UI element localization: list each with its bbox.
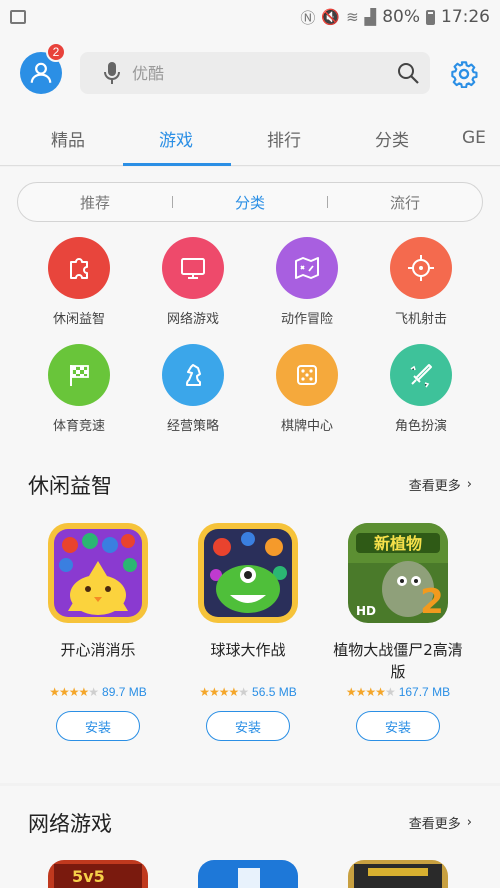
search-input[interactable]: [132, 53, 386, 93]
wifi-icon: ≋: [346, 8, 359, 26]
crosshair-icon: [390, 237, 452, 299]
category-sports-racing[interactable]: 体育竞速: [34, 344, 124, 434]
rating-stars: ★★★★★: [345, 685, 396, 699]
category-label: 飞机射击: [394, 312, 447, 327]
battery-icon: [426, 9, 435, 25]
app-name: 植物大战僵尸2高清版: [333, 641, 463, 681]
category-board-card[interactable]: 棋牌中心: [262, 344, 352, 434]
category-label: 休闲益智: [52, 312, 105, 327]
category-label: 角色扮演: [394, 419, 447, 434]
category-casual-puzzle[interactable]: 休闲益智: [34, 237, 124, 327]
tab-games[interactable]: 游戏: [126, 110, 226, 166]
app-icon-plants-vs-zombies: 新植物 2 HD: [348, 523, 448, 623]
rating-stars: ★★★★★: [199, 685, 249, 699]
category-label: 棋牌中心: [280, 419, 333, 434]
chess-knight-icon: [162, 344, 224, 406]
app-card[interactable]: 球球大作战 ★★★★★ 56.5 MB 安装: [178, 523, 318, 741]
mute-icon: 🔇: [321, 8, 341, 26]
map-icon: [276, 237, 338, 299]
monitor-icon: [162, 237, 224, 299]
segmented-control: 推荐 分类 流行: [17, 182, 483, 222]
puzzle-icon: [48, 237, 110, 299]
chevron-right-icon: ›: [466, 815, 472, 830]
app-section-online: 网络游戏 查看更多 › 5v5: [0, 786, 500, 888]
search-icon[interactable]: [386, 52, 430, 94]
category-rpg[interactable]: 角色扮演: [376, 344, 466, 434]
active-tab-indicator: [123, 163, 231, 166]
tab-category[interactable]: 分类: [342, 110, 442, 166]
app-size: 89.7 MB: [102, 685, 147, 699]
app-card[interactable]: 开心消消乐 ★★★★★ 89.7 MB 安装: [28, 523, 168, 741]
user-icon: [30, 62, 52, 83]
app-icon-city-racing: [348, 860, 448, 888]
segment-category[interactable]: 分类: [173, 192, 327, 213]
tab-ge[interactable]: GE: [462, 110, 500, 166]
install-button[interactable]: 安装: [356, 711, 440, 741]
app-meta: ★★★★★ 167.7 MB: [328, 685, 468, 699]
see-more-label: 查看更多: [408, 479, 461, 494]
app-icon-online-game-2: [198, 860, 298, 888]
svg-text:新植物: 新植物: [374, 534, 422, 553]
section-title: 休闲益智: [28, 474, 112, 498]
header: 2: [0, 34, 500, 110]
category-panel: 推荐 分类 流行 休闲益智 网络游戏 动作冒险 飞机射击 体育竞速 经营策略 棋…: [0, 167, 500, 447]
signal-icon: ▟: [364, 8, 377, 26]
section-title: 网络游戏: [28, 812, 112, 836]
category-label: 体育竞速: [52, 419, 105, 434]
segment-popular[interactable]: 流行: [328, 192, 482, 213]
microphone-icon[interactable]: [92, 52, 132, 94]
sword-icon: [390, 344, 452, 406]
install-button[interactable]: 安装: [206, 711, 290, 741]
app-icon-happy-match: [48, 523, 148, 623]
notification-badge: 2: [46, 42, 66, 62]
see-more-link[interactable]: 查看更多 ›: [409, 475, 472, 494]
svg-text:2: 2: [420, 582, 444, 622]
svg-text:HD: HD: [356, 604, 376, 618]
rating-stars: ★★★★★: [49, 685, 99, 699]
see-more-label: 查看更多: [408, 817, 461, 832]
top-tabs: 精品 游戏 排行 分类 GE: [0, 110, 500, 166]
svg-text:5v5: 5v5: [72, 867, 105, 886]
install-button[interactable]: 安装: [56, 711, 140, 741]
see-more-link[interactable]: 查看更多 ›: [409, 813, 472, 832]
category-label: 经营策略: [166, 419, 219, 434]
category-label: 动作冒险: [280, 312, 333, 327]
category-strategy[interactable]: 经营策略: [148, 344, 238, 434]
category-label: 网络游戏: [166, 312, 219, 327]
chevron-right-icon: ›: [466, 477, 472, 492]
tab-featured[interactable]: 精品: [18, 110, 118, 166]
app-meta: ★★★★★ 56.5 MB: [178, 685, 318, 699]
category-action-adventure[interactable]: 动作冒险: [262, 237, 352, 327]
segment-recommended[interactable]: 推荐: [18, 192, 172, 213]
category-online-games[interactable]: 网络游戏: [148, 237, 238, 327]
app-name: 球球大作战: [210, 641, 286, 659]
battery-percent: 80%: [382, 7, 420, 27]
dice-icon: [276, 344, 338, 406]
status-bar: Ⓝ 🔇 ≋ ▟ 80% 17:26: [0, 0, 500, 34]
app-name: 开心消消乐: [60, 641, 136, 659]
gear-icon[interactable]: [448, 58, 480, 90]
search-bar[interactable]: [80, 52, 430, 94]
app-card[interactable]: 新植物 2 HD 植物大战僵尸2高清版 ★★★★★ 167.7 MB 安装: [328, 523, 468, 741]
app-icon-ball-battle: [198, 523, 298, 623]
image-notification-icon: [10, 10, 26, 24]
app-size: 167.7 MB: [398, 685, 451, 699]
app-section-casual: 休闲益智 查看更多 › 开心消消乐 ★★★★★ 89.7 MB 安装 球球大作战…: [0, 447, 500, 783]
nfc-icon: Ⓝ: [300, 8, 316, 27]
category-shooter[interactable]: 飞机射击: [376, 237, 466, 327]
clock: 17:26: [441, 7, 490, 27]
flag-icon: [48, 344, 110, 406]
tab-ranking[interactable]: 排行: [234, 110, 334, 166]
app-size: 56.5 MB: [252, 685, 297, 699]
app-icon-5v5: 5v5: [48, 860, 148, 888]
app-meta: ★★★★★ 89.7 MB: [28, 685, 168, 699]
